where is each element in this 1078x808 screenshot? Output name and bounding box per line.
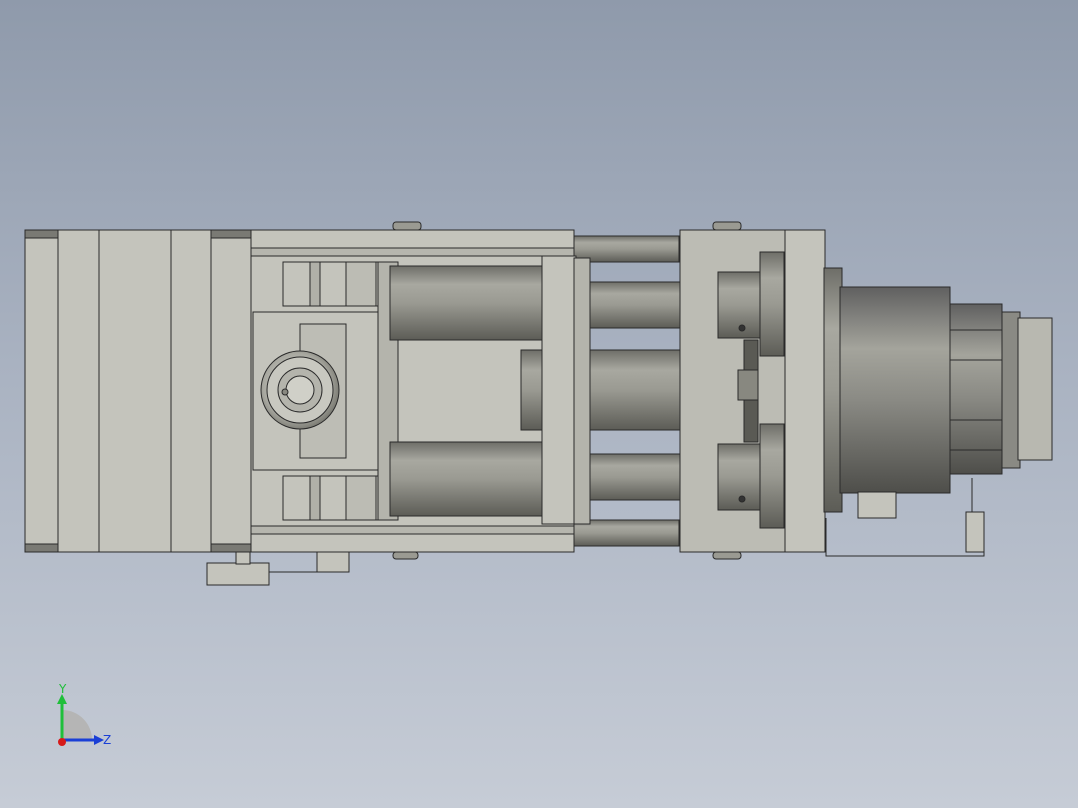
injection-unit-model[interactable] [0, 0, 1078, 808]
y-axis-label: Y [58, 682, 67, 696]
middle-plate [541, 255, 591, 525]
coordinate-triad: Y Z [57, 682, 111, 747]
graphics-viewport[interactable]: Y Z [0, 0, 1078, 808]
front-plate [679, 229, 843, 553]
z-axis-label: Z [103, 733, 111, 747]
triad-quadrant [62, 710, 92, 740]
rear-plate-stack [24, 229, 252, 553]
x-axis-dot [58, 738, 66, 746]
motor-drum [839, 286, 1053, 494]
bearing-housing [260, 350, 340, 430]
